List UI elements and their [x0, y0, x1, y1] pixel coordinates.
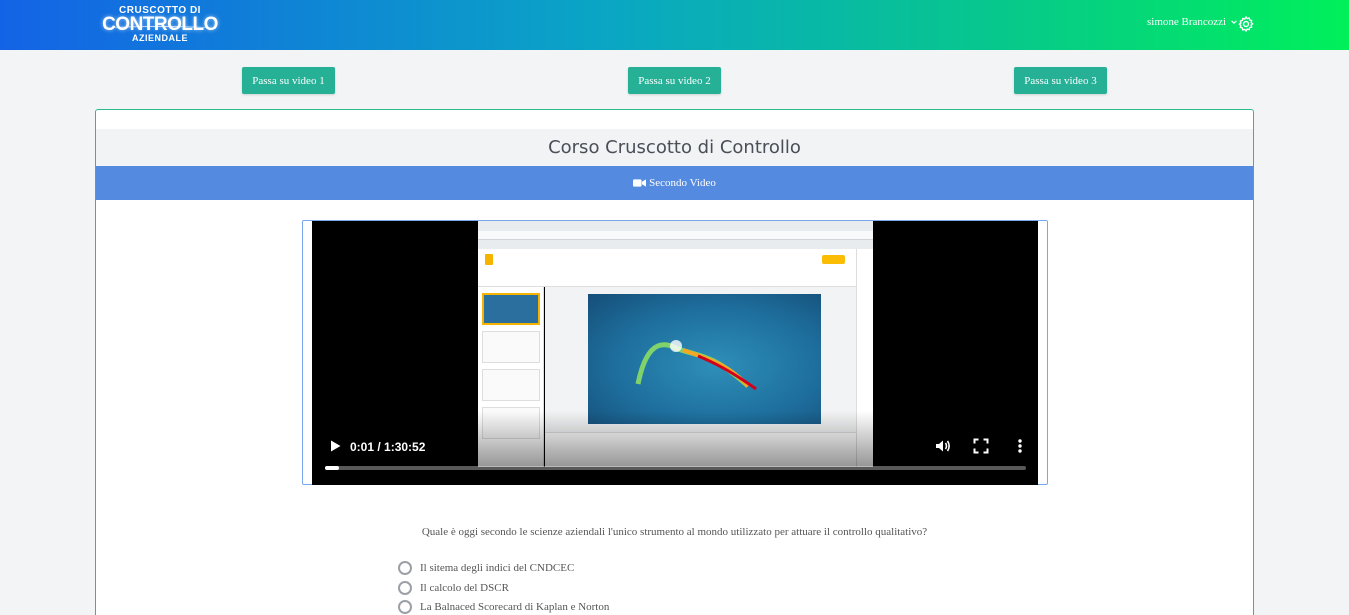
quiz-option-label: Il sitema degli indici del CNDCEC	[420, 562, 575, 574]
radio-button[interactable]	[398, 561, 412, 575]
user-menu[interactable]: simone Brancozzi	[1147, 16, 1238, 28]
video-progress-bar[interactable]	[325, 466, 1026, 470]
quiz-option-label: La Balnaced Scorecard di Kaplan e Norton	[420, 601, 610, 613]
gear-icon[interactable]	[1237, 15, 1255, 33]
quiz-question: Quale è oggi secondo le scienze aziendal…	[421, 526, 928, 538]
slide-preview	[588, 294, 821, 424]
course-title: Corso Cruscotto di Controllo	[96, 129, 1253, 166]
more-vertical-icon[interactable]	[1011, 437, 1029, 455]
fullscreen-icon[interactable]	[973, 438, 989, 454]
switch-video-1-button[interactable]: Passa su video 1	[242, 67, 335, 94]
slides-doc-icon	[485, 254, 493, 265]
brand-logo[interactable]: CRUSCOTTO DI CONTROLLO AZIENDALE	[100, 4, 220, 46]
course-card: Corso Cruscotto di Controllo Secondo Vid…	[95, 109, 1254, 615]
quiz-option-3[interactable]: La Balnaced Scorecard di Kaplan e Norton	[398, 600, 609, 614]
section-title: Secondo Video	[649, 177, 716, 189]
switch-video-3-button[interactable]: Passa su video 3	[1014, 67, 1107, 94]
video-camera-icon	[633, 179, 647, 187]
quiz-option-2[interactable]: Il calcolo del DSCR	[398, 581, 509, 595]
switch-video-2-button[interactable]: Passa su video 2	[628, 67, 721, 94]
top-navbar: CRUSCOTTO DI CONTROLLO AZIENDALE simone …	[0, 0, 1349, 50]
video-progress-fill	[325, 466, 340, 470]
section-header: Secondo Video	[96, 166, 1253, 200]
quiz-option-1[interactable]: Il sitema degli indici del CNDCEC	[398, 561, 574, 575]
play-icon[interactable]	[328, 439, 342, 453]
video-player[interactable]: 0:01 / 1:30:52	[312, 221, 1038, 485]
video-player-frame: 0:01 / 1:30:52	[302, 220, 1048, 485]
logo-swoosh	[104, 26, 216, 32]
video-time-display: 0:01 / 1:30:52	[350, 440, 426, 454]
radio-button[interactable]	[398, 600, 412, 614]
volume-icon[interactable]	[934, 437, 952, 455]
user-name: simone Brancozzi	[1147, 16, 1227, 28]
quiz-option-label: Il calcolo del DSCR	[420, 582, 509, 594]
radio-button[interactable]	[398, 581, 412, 595]
